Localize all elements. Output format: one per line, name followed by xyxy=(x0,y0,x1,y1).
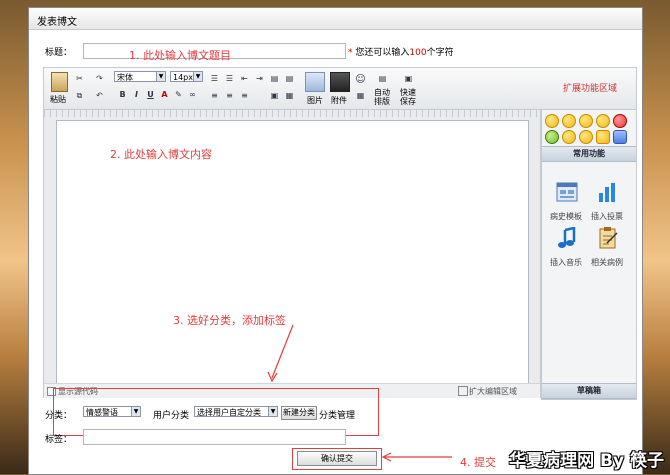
watermark: 华夏病理网 By 筷子 xyxy=(509,451,664,471)
category-arrow xyxy=(271,324,294,379)
annotation-arrows xyxy=(267,324,452,462)
